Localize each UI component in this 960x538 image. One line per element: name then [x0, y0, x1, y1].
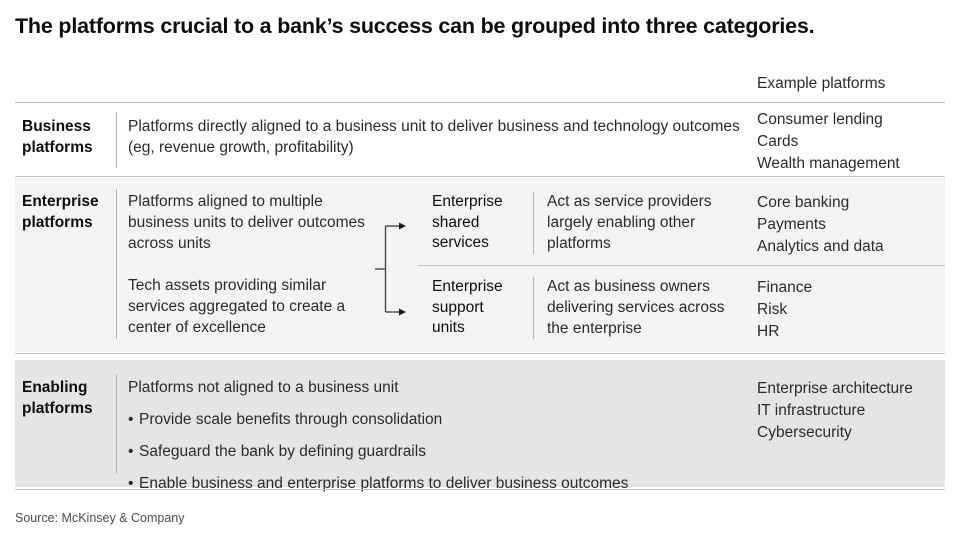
example-item: Cards [757, 133, 799, 151]
examples-business: Consumer lending Cards Wealth management [757, 109, 900, 175]
category-label-enabling: Enabling platforms [22, 379, 93, 417]
example-item: IT infrastructure [757, 402, 866, 420]
page-title: The platforms crucial to a bank’s succes… [15, 14, 815, 38]
example-item: Wealth management [757, 155, 900, 173]
example-item: Risk [757, 301, 788, 319]
divider-enterprise-label [116, 189, 117, 339]
source-note: Source: McKinsey & Company [15, 511, 185, 525]
bullet-item: Enable business and enterprise platforms… [128, 474, 728, 495]
description-shared-services: Act as service providers largely enablin… [547, 193, 712, 252]
category-label-business: Business platforms [22, 118, 93, 156]
rule-bottom [15, 489, 945, 490]
subcategory-title-shared-services: Enterprise shared services [432, 193, 503, 252]
description-enterprise-1: Platforms aligned to multiple business u… [128, 193, 365, 252]
column-header-example-platforms: Example platforms [757, 75, 886, 92]
header-rule [15, 102, 945, 103]
description-enabling-lead: Platforms not aligned to a business unit [128, 379, 399, 396]
description-enterprise-2: Tech assets providing similar services a… [128, 277, 346, 336]
example-item: Payments [757, 216, 826, 234]
rule-after-enterprise-row [15, 353, 945, 354]
enabling-bullet-list: Provide scale benefits through consolida… [128, 410, 728, 495]
divider-subrow-b [533, 277, 534, 339]
examples-support-units: Finance Risk HR [757, 277, 812, 343]
exhibit-container: The platforms crucial to a bank’s succes… [0, 0, 960, 538]
example-item: Finance [757, 279, 813, 296]
example-item: HR [757, 323, 780, 341]
bullet-item: Provide scale benefits through consolida… [128, 410, 728, 431]
examples-shared-services: Core banking Payments Analytics and data [757, 192, 884, 258]
examples-enabling: Enterprise architecture IT infrastructur… [757, 378, 913, 444]
example-item: Cybersecurity [757, 424, 852, 442]
category-label-enterprise: Enterprise platforms [22, 193, 99, 231]
divider-enabling-label [116, 374, 117, 474]
description-business: Platforms directly aligned to a business… [128, 118, 740, 156]
subcategory-title-support-units: Enterprise support units [432, 278, 503, 337]
description-enabling: Platforms not aligned to a business unit… [128, 378, 728, 495]
rule-after-business-row [15, 176, 945, 177]
bracket-connector-icon [374, 220, 414, 325]
bullet-item: Safeguard the bank by defining guardrail… [128, 442, 728, 463]
description-support-units: Act as business owners delivering servic… [547, 278, 725, 337]
divider-business-label [116, 112, 117, 168]
divider-subrow-a [533, 192, 534, 254]
example-item: Enterprise architecture [757, 380, 913, 397]
example-item: Consumer lending [757, 111, 883, 128]
example-item: Analytics and data [757, 238, 884, 256]
rule-between-subrows [418, 265, 945, 266]
example-item: Core banking [757, 194, 850, 211]
